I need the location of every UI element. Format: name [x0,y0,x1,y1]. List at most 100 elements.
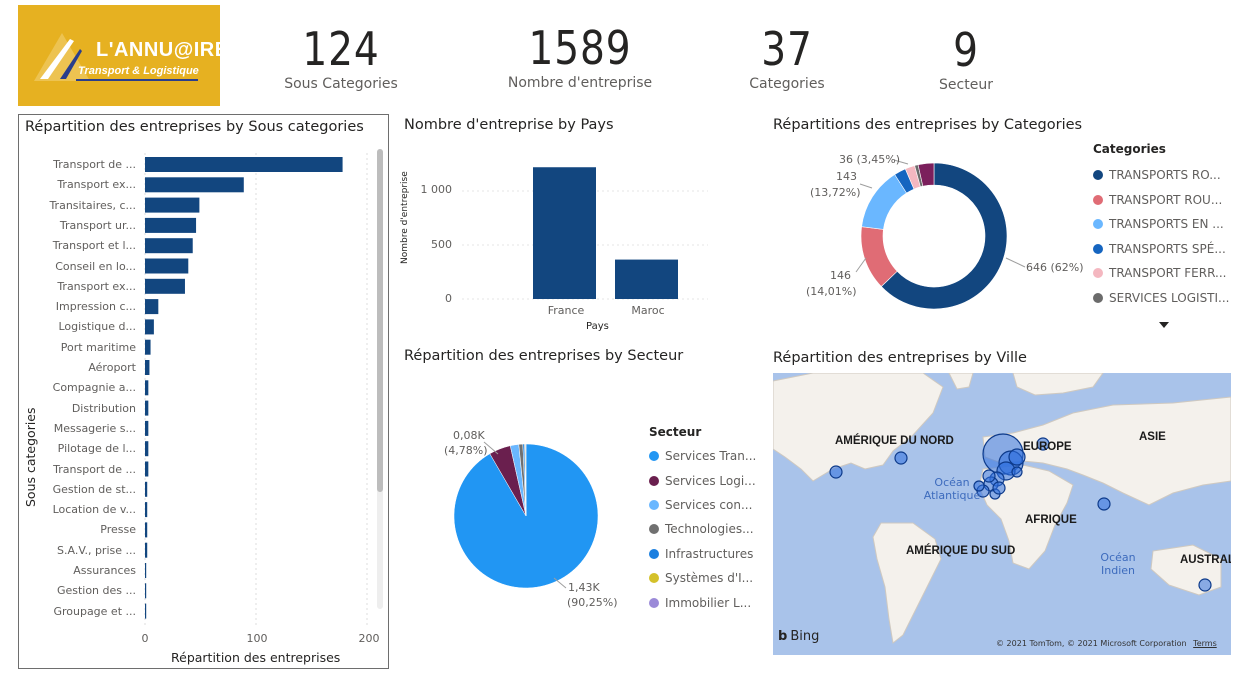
data-label: 646 (62%) [1026,261,1084,274]
pie-plot-area [453,441,599,589]
bar[interactable] [145,319,154,335]
bar[interactable] [145,157,343,172]
legend-label: Services con... [665,497,753,512]
bar[interactable] [145,217,197,233]
city-bubble[interactable] [894,451,908,465]
legend-label: Immobilier L... [665,595,752,610]
legend-dot [649,475,659,486]
x-tick-label: Maroc [631,304,665,317]
bar[interactable] [145,502,148,518]
kpi-value: 1589 [528,21,632,75]
bar[interactable] [145,583,147,599]
map-label-europe: EUROPE [1023,441,1072,453]
legend-item[interactable]: TRANSPORT FERR... [1093,261,1230,286]
legend-label: Services Tran... [665,449,757,464]
sous-categories-chart[interactable]: Répartition des entreprises by Sous cate… [18,114,389,669]
map-label-south-america: AMÉRIQUE DU SUD [906,545,1016,557]
legend-dot [1093,194,1103,205]
bar[interactable] [145,177,244,193]
donut-chart-title: Répartitions des entreprises by Categori… [773,117,1083,133]
bar[interactable] [145,360,150,375]
pays-chart-title: Nombre d'entreprise by Pays [404,117,614,133]
legend-dot [649,597,659,608]
legend-item[interactable]: TRANSPORTS EN ... [1093,212,1230,237]
bar[interactable] [533,167,596,299]
legend-label: TRANSPORTS EN ... [1109,217,1224,232]
kpi-value: 9 [953,23,979,77]
legend-item[interactable]: TRANSPORTS RO... [1093,163,1230,188]
bar[interactable] [145,238,193,254]
terms-link[interactable]: Terms [1193,639,1217,648]
legend-label: Infrastructures [665,546,754,561]
legend-item[interactable]: Immobilier L... [649,590,756,614]
legend-item[interactable]: Services con... [649,493,756,517]
bar[interactable] [145,441,149,457]
legend-item[interactable]: Infrastructures [649,542,756,566]
bar[interactable] [145,380,149,396]
kpi-label: Sous Categories [284,76,398,92]
bar[interactable] [145,603,147,619]
legend-title: Categories [1093,142,1166,156]
ville-map[interactable]: AMÉRIQUE DU NORD EUROPE ASIE AFRIQUE AMÉ… [773,373,1231,655]
city-bubble[interactable] [829,465,843,479]
bing-logo: b Bing [778,629,819,644]
city-bubble[interactable] [1097,497,1111,511]
city-bubble[interactable] [1198,578,1212,592]
y-tick: 1 000 [420,183,453,196]
legend-item[interactable]: TRANSPORT ROU... [1093,188,1230,213]
legend-item[interactable]: Services Logi... [649,468,756,492]
bar[interactable] [145,461,149,477]
bar-plot-area [144,153,368,625]
city-bubble[interactable] [1011,466,1023,478]
kpi-label: Secteur [939,77,993,93]
legend-dot [649,524,659,535]
scrollbar-thumb[interactable] [377,149,383,492]
categories-donut-chart[interactable]: 646 (62%) 146 (14,01%) 143 (13,72%) 36 (… [772,140,1232,340]
legend-scroll-down-icon[interactable] [1159,322,1169,328]
legend-item[interactable]: Systèmes d'I... [649,566,756,590]
map-label-africa: AFRIQUE [1025,514,1077,526]
leader-line [855,257,867,273]
logo-underline [76,79,198,81]
pays-chart[interactable]: Nombre d'entreprise 1 000 500 0 France M… [398,140,728,340]
bar[interactable] [145,420,149,436]
bar[interactable] [145,299,159,315]
bar[interactable] [145,400,149,416]
bar[interactable] [145,522,148,538]
legend-title: Secteur [649,425,702,439]
data-label: (13,72%) [810,186,861,199]
legend-dot [1093,219,1103,230]
map-label-australia: AUSTRAL [1180,554,1231,566]
data-label: 1,43K [568,581,600,594]
data-label: 0,08K [453,429,485,442]
pie-chart-title: Répartition des entreprises by Secteur [404,348,684,364]
kpi-categories[interactable]: 37 Categories [732,22,842,92]
map-label-indian: Océan Indien [1088,551,1148,577]
bar[interactable] [145,197,200,213]
bar[interactable] [615,259,678,299]
legend-dot [649,451,659,462]
bar[interactable] [145,542,148,558]
kpi-sous-categories[interactable]: 124 Sous Categories [266,22,416,92]
bar[interactable] [145,339,151,355]
legend-item[interactable]: TRANSPORTS SPÉ... [1093,237,1230,262]
legend-item[interactable]: Services Tran... [649,444,756,468]
ocean-label-line: Atlantique [923,489,981,502]
bar[interactable] [145,258,189,274]
map-bubbles [829,433,1212,592]
city-bubble[interactable] [992,481,1006,495]
data-label: 36 (3,45%) [839,153,901,166]
kpi-nombre-entreprise[interactable]: 1589 Nombre d'entreprise [495,21,665,91]
data-label: 146 [830,269,851,282]
legend-dot [649,499,659,510]
legend-item[interactable]: Technologies... [649,517,756,541]
bar[interactable] [145,278,185,294]
kpi-label: Categories [749,76,825,92]
secteur-pie-chart[interactable]: 0,08K (4,78%) 1,43K (90,25%) Secteur Ser… [398,372,758,622]
kpi-secteur[interactable]: 9 Secteur [916,23,1016,93]
bar[interactable] [145,563,147,578]
bar[interactable] [145,481,148,497]
data-label: (4,78%) [444,444,488,457]
legend-item[interactable]: SERVICES LOGISTI... [1093,286,1230,311]
scrollbar-track[interactable] [377,149,383,609]
